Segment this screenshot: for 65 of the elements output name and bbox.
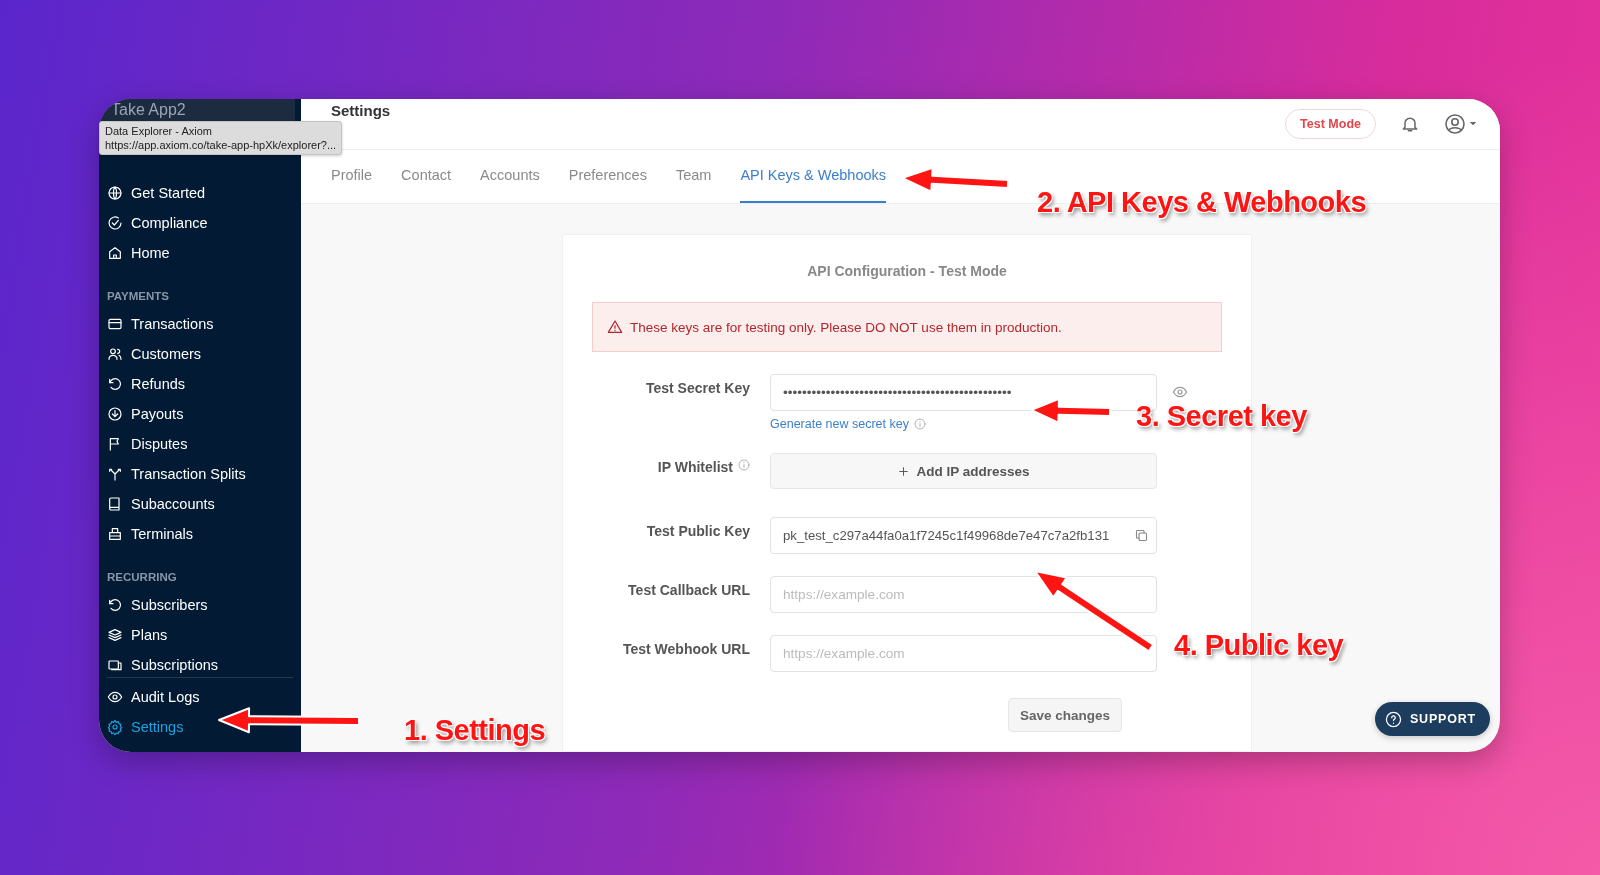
tab[interactable]: Team [675, 149, 712, 204]
info-icon [738, 459, 750, 472]
tab[interactable]: Accounts [480, 149, 540, 204]
sidebar-item[interactable]: Get Started [99, 178, 301, 208]
sidebar-item[interactable]: Subaccounts [99, 489, 301, 519]
split-icon [107, 466, 123, 482]
sidebar-item[interactable]: Refunds [99, 369, 301, 399]
tab[interactable]: Contact [401, 149, 452, 204]
settings-icon [107, 719, 123, 735]
save-changes-button[interactable]: Save changes [1008, 698, 1123, 733]
warning-icon [607, 319, 623, 336]
card-title: API Configuration - Test Mode [806, 263, 1008, 280]
terminal-icon [107, 526, 123, 542]
sidebar-item[interactable]: Transaction Splits [99, 459, 301, 489]
sidebar-item[interactable]: Compliance [99, 208, 301, 238]
section-heading: RECURRING [107, 570, 177, 585]
sidebar-item[interactable]: Home [99, 238, 301, 268]
check-circle-icon [107, 215, 123, 231]
url-field[interactable]: https://example.com [770, 635, 1157, 673]
sidebar-item[interactable]: Customers [99, 339, 301, 369]
generate-key-link[interactable]: Generate new secret key [770, 417, 909, 432]
subscription-icon [107, 657, 123, 673]
layers-icon [107, 627, 123, 643]
field-label: IP Whitelist [657, 459, 733, 476]
home-icon [107, 245, 123, 261]
sidebar-item[interactable]: Terminals [99, 519, 301, 549]
sidebar-item[interactable]: Disputes [99, 429, 301, 459]
copy-icon[interactable] [1134, 528, 1149, 544]
users-icon [107, 346, 123, 362]
public-key-field[interactable]: pk_test_c297a44fa0a1f7245c1f49968de7e47c7a2fb131 [770, 517, 1157, 555]
support-button[interactable]: SUPPORT [1374, 702, 1490, 736]
section-heading: PAYMENTS [107, 289, 169, 304]
user-menu-icon[interactable] [1444, 112, 1478, 135]
browser-tooltip: Data Explorer - Axiom https://app.axiom.co/take-app-hpXk/explorer?... [99, 121, 343, 155]
plus-icon [897, 464, 911, 478]
download-circle-icon [107, 406, 123, 422]
sidebar-item[interactable]: Plans [99, 620, 301, 650]
add-ip-button[interactable]: Add IP addresses [770, 453, 1157, 490]
help-icon [1384, 710, 1402, 728]
sidebar-item[interactable]: Subscriptions [99, 650, 301, 677]
annotation-label: 2. API Keys & Webhooks [1037, 185, 1367, 219]
sidebar-item[interactable]: Subscribers [99, 590, 301, 620]
warning-alert: These keys are for testing only. Please DO NOT use them in production. [592, 302, 1222, 353]
page-title: Settings [331, 102, 392, 119]
eye-icon [107, 689, 123, 705]
undo-icon [107, 376, 123, 392]
tab[interactable]: API Keys & Webhooks [740, 149, 886, 204]
sidebar-item[interactable]: Settings [107, 712, 293, 742]
globe-icon [107, 185, 123, 201]
sidebar-item[interactable]: Audit Logs [107, 682, 293, 712]
test-mode-button[interactable]: Test Mode [1285, 108, 1376, 139]
sidebar-item[interactable]: Transactions [99, 309, 301, 339]
field-label: Test Webhook URL [622, 641, 750, 658]
book-icon [107, 496, 123, 512]
undo-icon [107, 597, 123, 613]
card-icon [107, 316, 123, 332]
url-field[interactable]: https://example.com [770, 576, 1157, 614]
annotation-label: 4. Public key [1174, 628, 1344, 662]
sidebar-item[interactable]: Payouts [99, 399, 301, 429]
annotation-label: 1. Settings [404, 713, 546, 747]
info-icon [913, 418, 926, 431]
field-label: Test Callback URL [628, 582, 750, 599]
field-label: Test Public Key [646, 523, 750, 540]
tab[interactable]: Preferences [568, 149, 647, 204]
field-label: Test Secret Key [646, 380, 750, 397]
